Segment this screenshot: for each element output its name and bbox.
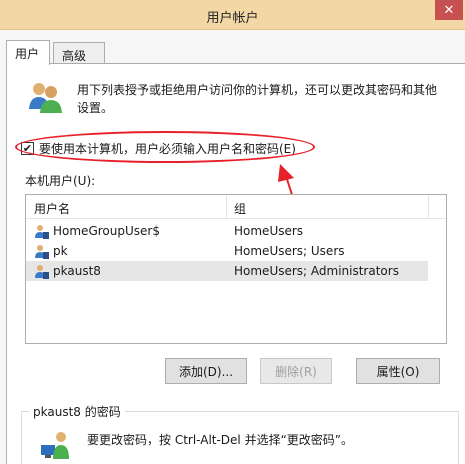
user-icon: [35, 225, 49, 239]
column-header-username[interactable]: 用户名: [34, 200, 70, 217]
user-group: HomeUsers; Administrators: [234, 264, 399, 278]
users-group-icon: [29, 83, 62, 113]
remove-user-button[interactable]: 删除(R): [260, 358, 332, 384]
users-panel: 用下列表授予或拒绝用户访问你的计算机，还可以更改其密码和其他设置。 ✔ 要使用本…: [6, 63, 465, 464]
user-computer-icon: [41, 432, 69, 459]
add-user-button[interactable]: 添加(D)...: [165, 358, 247, 384]
password-group-title: pkaust8 的密码: [29, 403, 125, 420]
user-row-selected[interactable]: pkaust8 HomeUsers; Administrators: [26, 261, 428, 281]
column-separator[interactable]: [226, 195, 227, 219]
local-users-label: 本机用户(U):: [25, 174, 96, 188]
user-group: HomeUsers: [234, 224, 304, 238]
user-name: HomeGroupUser$: [53, 224, 160, 238]
window-title: 用户帐户: [206, 11, 259, 26]
password-hint-text: 要更改密码，按 Ctrl-Alt-Del 并选择“更改密码”。: [87, 433, 354, 447]
user-icon: [35, 265, 49, 279]
properties-button[interactable]: 属性(O): [356, 358, 440, 384]
users-list[interactable]: 用户名 组 HomeGroupUser$ HomeUsers pk HomeUs…: [25, 194, 447, 344]
user-name: pkaust8: [53, 264, 101, 278]
list-header: 用户名 组: [26, 195, 446, 219]
column-header-group[interactable]: 组: [234, 200, 246, 217]
user-row[interactable]: pk HomeUsers; Users: [26, 241, 428, 261]
column-separator[interactable]: [428, 195, 429, 219]
tab-advanced[interactable]: 高级: [53, 42, 105, 64]
user-name: pk: [53, 244, 68, 258]
user-row[interactable]: HomeGroupUser$ HomeUsers: [26, 221, 428, 241]
user-group: HomeUsers; Users: [234, 244, 345, 258]
close-button[interactable]: ✕: [435, 0, 463, 20]
tab-users[interactable]: 用户: [6, 40, 50, 65]
title-bar: 用户帐户 ✕: [0, 0, 465, 30]
annotation-ellipse: [15, 131, 315, 163]
user-icon: [35, 245, 49, 259]
intro-text: 用下列表授予或拒绝用户访问你的计算机，还可以更改其密码和其他设置。: [77, 83, 438, 115]
